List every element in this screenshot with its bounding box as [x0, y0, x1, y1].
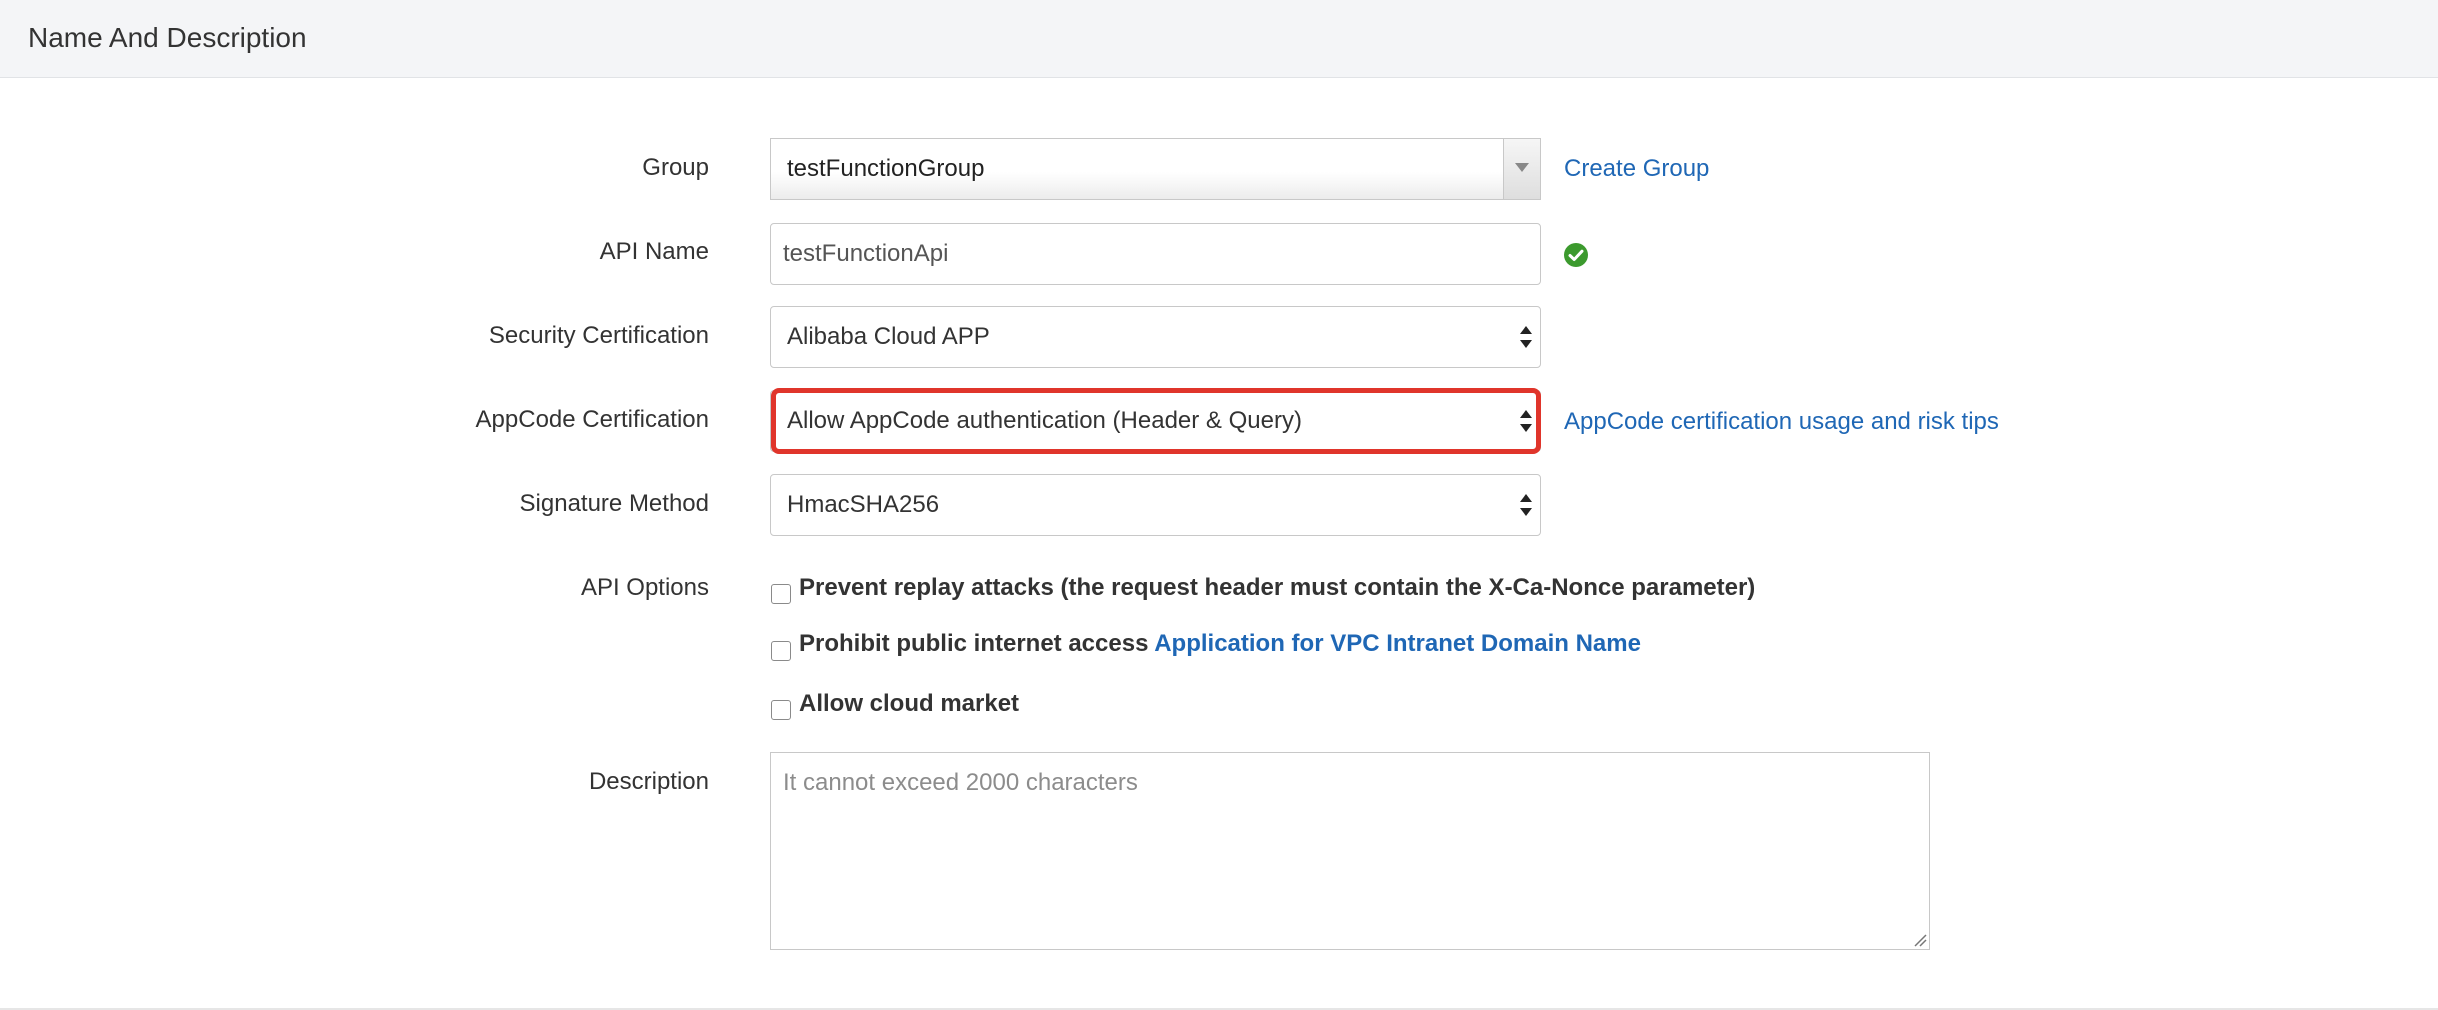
api-name-value: testFunctionApi	[783, 240, 949, 267]
security-certification-value: Alibaba Cloud APP	[787, 323, 990, 350]
section-header: Name And Description	[0, 0, 2438, 78]
group-dropdown-button[interactable]	[1503, 139, 1540, 199]
resize-grip-icon[interactable]	[1911, 931, 1927, 947]
api-options-label: API Options	[580, 574, 709, 601]
prohibit-public-access-checkbox[interactable]	[771, 641, 791, 661]
group-select-value: testFunctionGroup	[787, 155, 985, 182]
security-certification-select[interactable]: Alibaba Cloud APP	[770, 306, 1541, 368]
prohibit-public-access-row: Prohibit public internet access Applicat…	[799, 628, 1641, 660]
allow-cloud-market-label[interactable]: Allow cloud market	[799, 688, 1019, 720]
signature-method-label: Signature Method	[519, 490, 709, 517]
vpc-intranet-domain-link[interactable]: Application for VPC Intranet Domain Name	[1154, 630, 1641, 657]
security-certification-label: Security Certification	[488, 322, 709, 349]
group-select[interactable]: testFunctionGroup	[770, 138, 1541, 200]
signature-method-select[interactable]: HmacSHA256	[770, 474, 1541, 536]
create-group-link[interactable]: Create Group	[1564, 153, 1709, 185]
allow-cloud-market-checkbox[interactable]	[771, 700, 791, 720]
appcode-certification-label: AppCode Certification	[475, 406, 709, 433]
section-title: Name And Description	[28, 22, 307, 53]
select-arrows-icon	[1520, 494, 1532, 518]
caret-down-icon	[1515, 163, 1529, 172]
api-name-label: API Name	[599, 238, 709, 265]
signature-method-value: HmacSHA256	[787, 491, 940, 518]
api-name-input[interactable]: testFunctionApi	[770, 223, 1541, 285]
prevent-replay-label[interactable]: Prevent replay attacks (the request head…	[799, 572, 1755, 604]
appcode-tips-link[interactable]: AppCode certification usage and risk tip…	[1564, 406, 1999, 438]
check-circle-icon	[1564, 243, 1588, 267]
description-textarea[interactable]: It cannot exceed 2000 characters	[770, 752, 1930, 950]
description-label: Description	[588, 768, 709, 795]
group-label: Group	[642, 154, 709, 181]
description-placeholder: It cannot exceed 2000 characters	[783, 769, 1138, 796]
appcode-certification-value: Allow AppCode authentication (Header & Q…	[787, 407, 1302, 434]
appcode-certification-select[interactable]: Allow AppCode authentication (Header & Q…	[770, 390, 1541, 452]
prevent-replay-checkbox[interactable]	[771, 584, 791, 604]
select-arrows-icon	[1520, 410, 1532, 434]
prohibit-public-access-label[interactable]: Prohibit public internet access	[799, 630, 1148, 657]
select-arrows-icon	[1520, 326, 1532, 350]
